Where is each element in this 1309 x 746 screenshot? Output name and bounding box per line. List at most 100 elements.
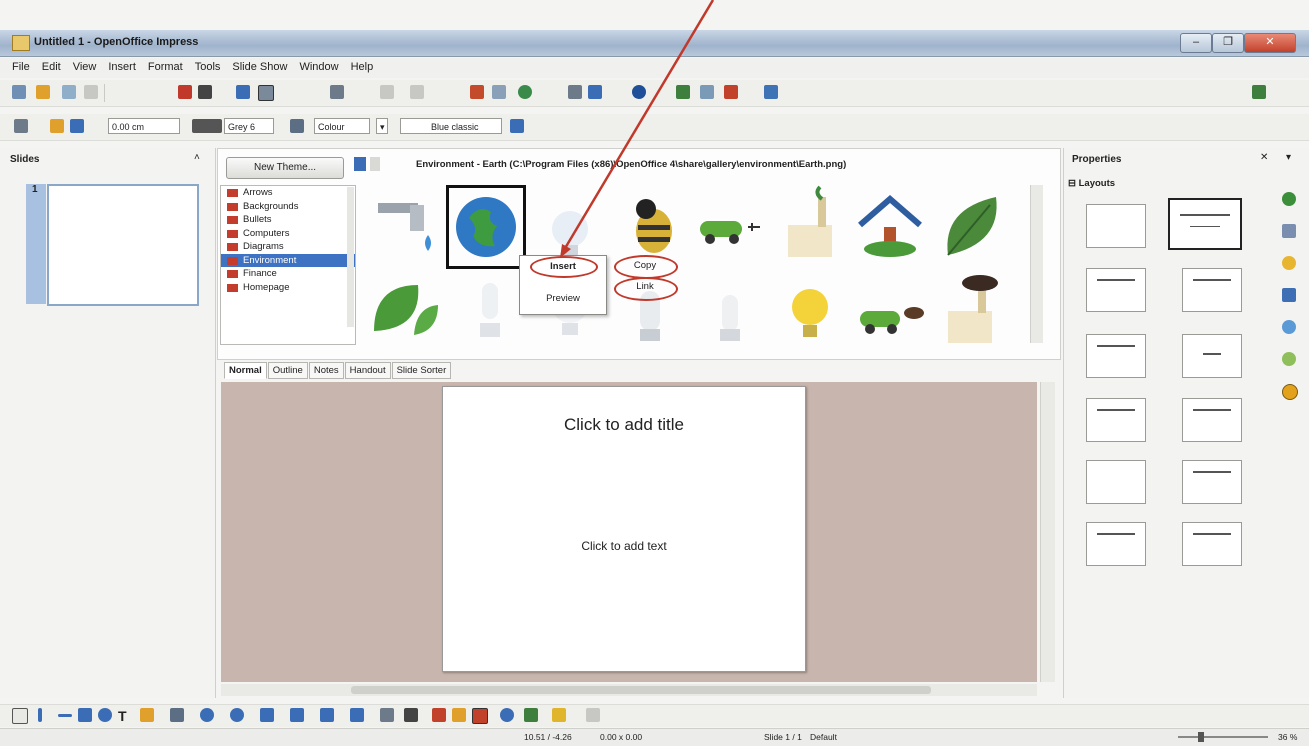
properties-close-icon[interactable]: ✕ xyxy=(1260,152,1268,163)
export-pdf-icon[interactable] xyxy=(178,85,192,99)
curve-tool-icon[interactable] xyxy=(140,708,154,722)
electric-car-icon[interactable] xyxy=(690,185,770,267)
help-icon[interactable] xyxy=(632,85,646,99)
theme-item[interactable]: Homepage xyxy=(221,281,355,295)
theme-item[interactable]: Arrows xyxy=(221,186,355,200)
ellipse-tool-icon[interactable] xyxy=(98,708,112,722)
slide-design-icon[interactable] xyxy=(700,85,714,99)
title-placeholder[interactable]: Click to add title xyxy=(443,415,805,435)
gallery-scrollbar[interactable] xyxy=(1030,185,1043,343)
restore-button[interactable]: ❐ xyxy=(1212,33,1244,53)
menu-tools[interactable]: Tools xyxy=(189,58,227,73)
line-icon[interactable] xyxy=(14,119,28,133)
menu-view[interactable]: View xyxy=(67,58,103,73)
layouts-section-header[interactable]: ⊟ Layouts xyxy=(1068,178,1115,189)
faucet-drop-icon[interactable] xyxy=(366,185,446,267)
line-tool-icon[interactable] xyxy=(38,708,42,722)
menu-help[interactable]: Help xyxy=(345,58,380,73)
rectangle-tool-icon[interactable] xyxy=(78,708,92,722)
flowchart-icon[interactable] xyxy=(290,708,304,722)
zoom-level[interactable]: 36 % xyxy=(1278,732,1297,742)
menu-file[interactable]: File xyxy=(6,58,36,73)
redo-icon[interactable] xyxy=(410,85,424,99)
line-style-icon[interactable] xyxy=(70,119,84,133)
spellcheck-icon[interactable] xyxy=(236,85,250,99)
slide-show-icon[interactable] xyxy=(724,85,738,99)
interaction-icon[interactable] xyxy=(586,708,600,722)
factory-icon[interactable] xyxy=(770,185,850,267)
area-style-select[interactable]: Colour xyxy=(314,118,370,134)
slide-thumbnail[interactable] xyxy=(47,184,199,306)
undo-icon[interactable] xyxy=(380,85,394,99)
navigator-icon[interactable] xyxy=(568,85,582,99)
slides-panel-close-icon[interactable]: ˄ xyxy=(194,152,200,163)
theme-item[interactable]: Bullets xyxy=(221,213,355,227)
cfl-bulb-icon[interactable] xyxy=(450,271,530,353)
horizontal-scroll-thumb[interactable] xyxy=(351,686,931,694)
animation-deck-icon[interactable] xyxy=(1282,320,1296,334)
save-icon[interactable] xyxy=(62,85,76,99)
basic-shapes-icon[interactable] xyxy=(200,708,214,722)
navigator-deck-icon[interactable] xyxy=(1282,288,1296,302)
menu-format[interactable]: Format xyxy=(142,58,189,73)
3d-objects-icon[interactable] xyxy=(524,708,538,722)
layout-title-6-content[interactable] xyxy=(1086,522,1146,566)
glue-points-icon[interactable] xyxy=(404,708,418,722)
tab-normal[interactable]: Normal xyxy=(224,362,267,379)
arrow-tool-icon[interactable] xyxy=(58,714,72,717)
table-icon[interactable] xyxy=(492,85,506,99)
properties-deck-icon[interactable] xyxy=(1282,192,1296,206)
leaf-icon[interactable] xyxy=(366,271,446,353)
eco-car-icon[interactable] xyxy=(850,271,930,353)
layout-title-content-over[interactable] xyxy=(1086,460,1146,504)
symbol-shapes-icon[interactable] xyxy=(230,708,244,722)
layout-title-4-content[interactable] xyxy=(1182,460,1242,504)
tab-notes[interactable]: Notes xyxy=(308,362,344,379)
zoom-slider-handle[interactable] xyxy=(1198,732,1204,742)
select-icon[interactable] xyxy=(12,708,28,724)
layout-vertical-title[interactable] xyxy=(1182,522,1242,566)
theme-item[interactable]: Computers xyxy=(221,227,355,241)
canvas-horizontal-scrollbar[interactable] xyxy=(221,684,1037,696)
print-icon[interactable] xyxy=(198,85,212,99)
zoom-slider[interactable] xyxy=(1178,736,1268,738)
slide-page[interactable]: Click to add title Click to add text xyxy=(442,386,806,672)
earth-globe-icon[interactable] xyxy=(446,185,526,269)
styles-deck-icon[interactable] xyxy=(1282,224,1296,238)
polluting-factory-icon[interactable] xyxy=(930,271,1010,353)
fontwork-icon[interactable] xyxy=(432,708,446,722)
menu-edit[interactable]: Edit xyxy=(36,58,67,73)
points-icon[interactable] xyxy=(380,708,394,722)
text-placeholder[interactable]: Click to add text xyxy=(443,539,805,553)
theme-item-selected[interactable]: Environment xyxy=(221,253,355,267)
stars-icon[interactable] xyxy=(350,708,364,722)
gallery-icon[interactable] xyxy=(764,85,778,99)
leaf-icon[interactable] xyxy=(930,185,1010,267)
slide-icon[interactable] xyxy=(676,85,690,99)
theme-item[interactable]: Diagrams xyxy=(221,240,355,254)
line-color-select[interactable]: Grey 6 xyxy=(224,118,274,134)
block-arrows-icon[interactable] xyxy=(260,708,274,722)
edit-file-icon[interactable] xyxy=(84,85,98,99)
menu-insert[interactable]: Insert xyxy=(102,58,142,73)
tab-slide-sorter[interactable]: Slide Sorter xyxy=(391,362,452,379)
new-theme-button[interactable]: New Theme... xyxy=(226,157,344,179)
tab-handout[interactable]: Handout xyxy=(344,362,391,379)
green-house-icon[interactable] xyxy=(850,185,930,267)
line-width-field[interactable]: 0.00 cm xyxy=(108,118,180,134)
shadow-icon[interactable] xyxy=(510,119,524,133)
theme-item[interactable]: Finance xyxy=(221,267,355,281)
tab-outline[interactable]: Outline xyxy=(267,362,308,379)
layout-title-content-selected[interactable] xyxy=(1168,198,1242,250)
text-tool-icon[interactable]: T xyxy=(118,708,127,724)
layout-blank[interactable] xyxy=(1086,204,1146,248)
zoom-icon[interactable] xyxy=(588,85,602,99)
preview-menu-item[interactable]: Preview xyxy=(520,290,606,308)
menu-slide-show[interactable]: Slide Show xyxy=(226,58,293,73)
layout-title-content[interactable] xyxy=(1182,334,1242,378)
from-file-icon[interactable] xyxy=(452,708,466,722)
properties-menu-icon[interactable]: ▾ xyxy=(1286,152,1291,163)
autospell-icon[interactable] xyxy=(258,85,274,101)
theme-item[interactable]: Backgrounds xyxy=(221,200,355,214)
area-icon[interactable] xyxy=(290,119,304,133)
